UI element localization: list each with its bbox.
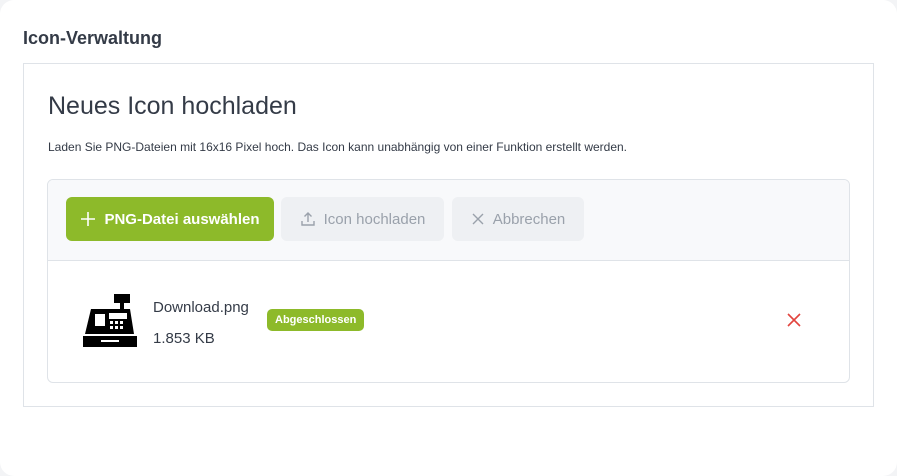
file-name: Download.png — [153, 299, 249, 316]
select-png-button[interactable]: PNG-Datei auswählen — [66, 197, 274, 241]
select-png-label: PNG-Datei auswählen — [104, 210, 260, 228]
upload-panel: Neues Icon hochladen Laden Sie PNG-Datei… — [23, 63, 874, 407]
file-size: 1.853 KB — [153, 330, 215, 347]
status-badge: Abgeschlossen — [267, 309, 365, 331]
section-title: Icon-Verwaltung — [23, 28, 163, 48]
close-icon — [471, 212, 485, 226]
upload-icon-button[interactable]: Icon hochladen — [281, 197, 444, 241]
cash-register-icon — [81, 292, 138, 349]
upload-icon — [300, 211, 316, 227]
close-icon — [787, 312, 801, 332]
upload-icon-label: Icon hochladen — [323, 210, 426, 228]
file-list-item: Download.png 1.853 KB Abgeschlossen — [48, 261, 849, 382]
remove-file-button[interactable] — [783, 311, 805, 333]
page-title: Neues Icon hochladen — [48, 92, 297, 120]
plus-icon — [80, 211, 96, 227]
uploader-toolbar: PNG-Datei auswählen Icon hochladen Abbre… — [48, 180, 849, 261]
cancel-button[interactable]: Abbrechen — [452, 197, 584, 241]
app-window: Icon-Verwaltung Neues Icon hochladen Lad… — [0, 0, 897, 476]
file-uploader: PNG-Datei auswählen Icon hochladen Abbre… — [47, 179, 850, 383]
cancel-label: Abbrechen — [492, 210, 566, 228]
upload-description: Laden Sie PNG-Dateien mit 16x16 Pixel ho… — [48, 140, 628, 154]
